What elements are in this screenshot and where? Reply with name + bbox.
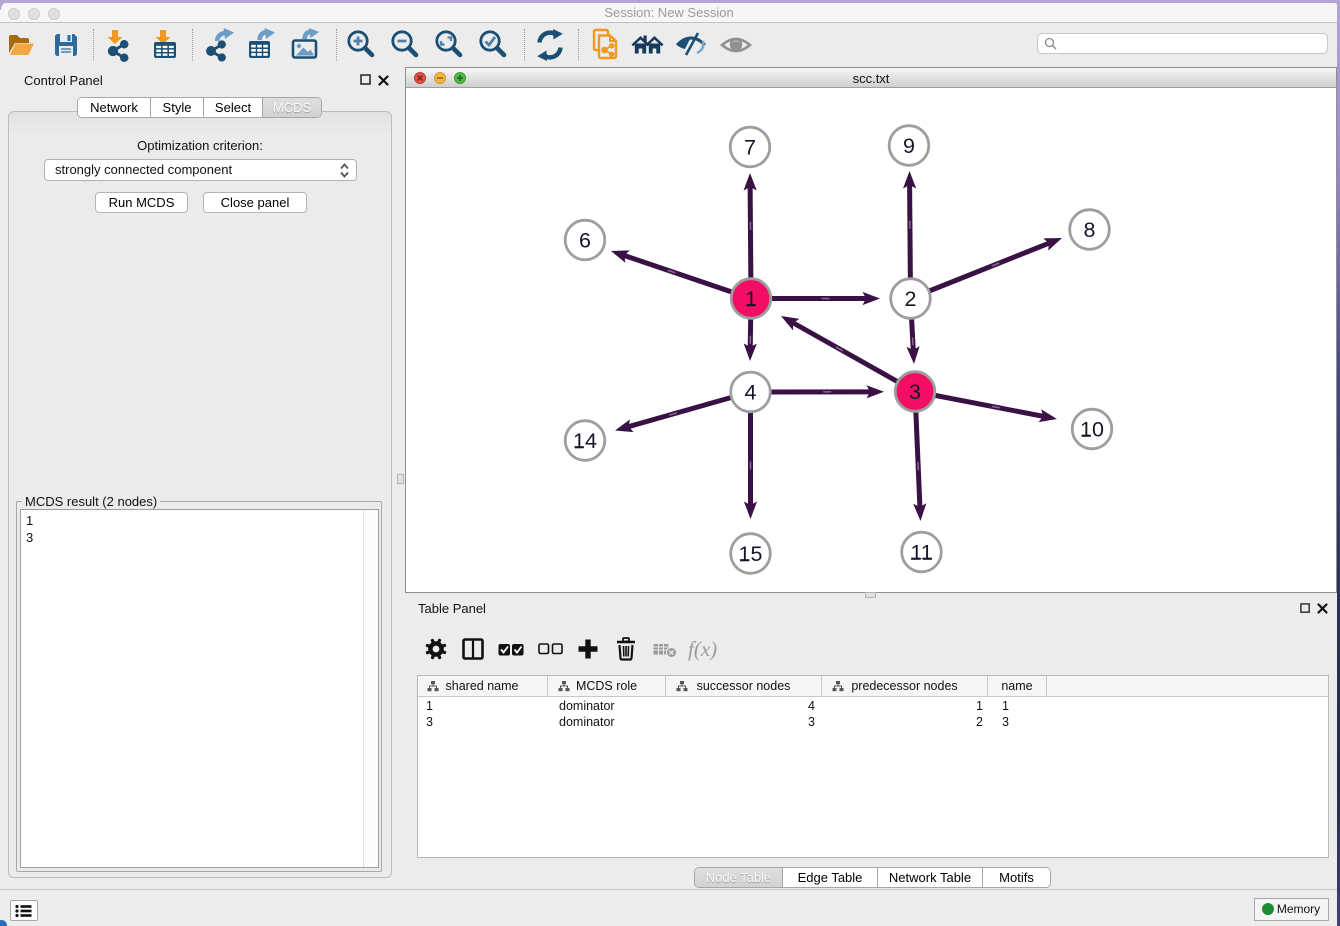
svg-text:4: 4 bbox=[745, 381, 757, 405]
svg-text:8: 8 bbox=[1084, 218, 1096, 242]
svg-text:11: 11 bbox=[910, 541, 932, 565]
svg-text:1: 1 bbox=[745, 287, 757, 311]
svg-text:15: 15 bbox=[739, 542, 763, 566]
svg-text:7: 7 bbox=[744, 136, 756, 160]
svg-text:9: 9 bbox=[903, 134, 915, 158]
svg-text:10: 10 bbox=[1080, 418, 1104, 442]
svg-text:6: 6 bbox=[579, 229, 591, 253]
svg-text:2: 2 bbox=[905, 287, 917, 311]
svg-text:14: 14 bbox=[573, 429, 597, 453]
svg-text:3: 3 bbox=[909, 380, 921, 404]
